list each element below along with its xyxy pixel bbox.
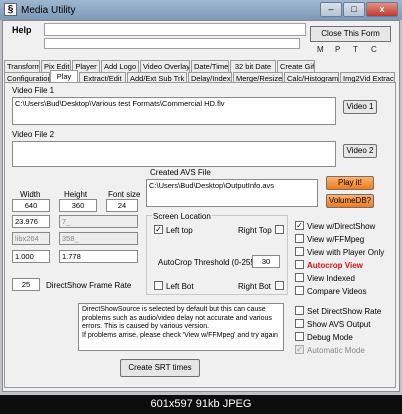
maximize-button[interactable]: □	[343, 2, 365, 17]
set-directshow-rate-label: Set DirectShow Rate	[307, 307, 382, 316]
left-top-checkbox[interactable]: ✓	[154, 225, 163, 234]
tab-transform[interactable]: Transform	[4, 60, 40, 72]
created-avs-label: Created AVS File	[150, 168, 211, 177]
create-srt-times-button[interactable]: Create SRT times	[120, 359, 200, 377]
field-r3a[interactable]: 1.000	[12, 250, 50, 263]
video-1-button[interactable]: Video 1	[343, 100, 377, 114]
tab-add-logo[interactable]: Add Logo	[101, 60, 139, 72]
mptc-m: M	[317, 45, 324, 54]
autocrop-view-label: Autocrop View	[307, 261, 363, 270]
play-it-button[interactable]: Play it!	[326, 176, 374, 190]
view-directshow-label: View w/DirectShow	[307, 222, 376, 231]
height-input[interactable]: 360	[59, 199, 97, 212]
view-directshow-checkbox[interactable]: ✓	[295, 221, 304, 230]
close-window-button[interactable]: x	[366, 2, 398, 17]
debug-mode-checkbox[interactable]	[295, 332, 304, 341]
debug-mode-label: Debug Mode	[307, 333, 353, 342]
automatic-mode-checkbox: ✓	[295, 345, 304, 354]
top-input-2[interactable]	[44, 38, 300, 49]
tab-32-bit-date[interactable]: 32 bit Date	[230, 60, 276, 72]
minimize-button[interactable]: –	[320, 2, 342, 17]
right-top-label: Right Top	[238, 226, 272, 235]
width-label: Width	[20, 190, 41, 199]
created-avs-input[interactable]: C:\Users\Bud\Desktop\OutputInfo.avs	[146, 179, 318, 207]
window-title: Media Utility	[21, 5, 76, 16]
video-2-button[interactable]: Video 2	[343, 144, 377, 158]
video-file-1-input[interactable]: C:\Users\Bud\Desktop\Various test Format…	[12, 97, 336, 125]
left-top-label: Left top	[166, 226, 193, 235]
info-line: errors. This is caused by various versio…	[82, 323, 210, 330]
compare-videos-label: Compare Videos	[307, 287, 367, 296]
volumedb-button[interactable]: VolumeDB?	[326, 194, 374, 208]
image-info-status: 601x597 91kb JPEG	[150, 398, 252, 410]
view-indexed-label: View Indexed	[307, 274, 355, 283]
view-ffmpeg-checkbox[interactable]	[295, 234, 304, 243]
autocrop-view-checkbox[interactable]	[295, 260, 304, 269]
codec-field: libx264	[12, 232, 50, 245]
font-size-input[interactable]: 24	[106, 199, 138, 212]
tab-date-time[interactable]: Date/Time	[191, 60, 229, 72]
video-file-1-label: Video File 1	[12, 86, 55, 95]
right-top-checkbox[interactable]	[275, 225, 284, 234]
mptc-p: P	[335, 45, 341, 54]
directshow-info-text: DirectShowSource is selected by default …	[78, 303, 284, 351]
view-indexed-checkbox[interactable]	[295, 273, 304, 282]
view-player-only-label: View with Player Only	[307, 248, 385, 257]
show-avs-output-label: Show AVS Output	[307, 320, 371, 329]
app-icon: §	[4, 3, 17, 16]
frame-rate-input[interactable]: 23.976	[12, 215, 50, 228]
view-player-only-checkbox[interactable]	[295, 247, 304, 256]
mptc-t: T	[353, 45, 358, 54]
directshow-frame-rate-label: DirectShow Frame Rate	[46, 281, 132, 290]
show-avs-output-checkbox[interactable]	[295, 319, 304, 328]
font-size-label: Font size	[108, 190, 141, 199]
field-r1b: 7_	[59, 215, 138, 228]
automatic-mode-label: Automatic Mode	[307, 346, 365, 355]
video-file-2-label: Video File 2	[12, 130, 55, 139]
mptc-c: C	[371, 45, 377, 54]
height-label: Height	[64, 190, 88, 199]
right-bot-label: Right Bot	[238, 282, 271, 291]
info-line: problems such as audio/video delay not a…	[82, 314, 272, 322]
tab-video-overlay[interactable]: Video Overlay	[140, 60, 190, 72]
info-line: DirectShowSource is selected by default …	[82, 306, 266, 313]
top-input-1[interactable]	[44, 23, 306, 36]
close-form-button[interactable]: Close This Form	[310, 26, 391, 42]
autocrop-threshold-label: AutoCrop Threshold (0-255)	[158, 258, 258, 267]
compare-videos-checkbox[interactable]	[295, 286, 304, 295]
directshow-frame-rate-input[interactable]: 25	[12, 278, 40, 291]
left-bot-label: Left Bot	[166, 282, 194, 291]
set-directshow-rate-checkbox[interactable]	[295, 306, 304, 315]
view-ffmpeg-label: View w/FFMpeg	[307, 235, 365, 244]
video-file-2-input[interactable]	[12, 141, 336, 167]
right-bot-checkbox[interactable]	[275, 281, 284, 290]
tab-create-gif[interactable]: Create Gif	[277, 60, 315, 72]
help-menu[interactable]: Help	[12, 25, 32, 35]
left-bot-checkbox[interactable]	[154, 281, 163, 290]
field-r3b[interactable]: 1.778	[59, 250, 138, 263]
screen-location-label: Screen Location	[152, 212, 212, 221]
autocrop-threshold-input[interactable]: 30	[252, 255, 280, 268]
width-input[interactable]: 640	[12, 199, 50, 212]
field-r2b: 358_	[59, 232, 138, 245]
info-line: If problems arrise, please check 'View w…	[82, 331, 278, 339]
